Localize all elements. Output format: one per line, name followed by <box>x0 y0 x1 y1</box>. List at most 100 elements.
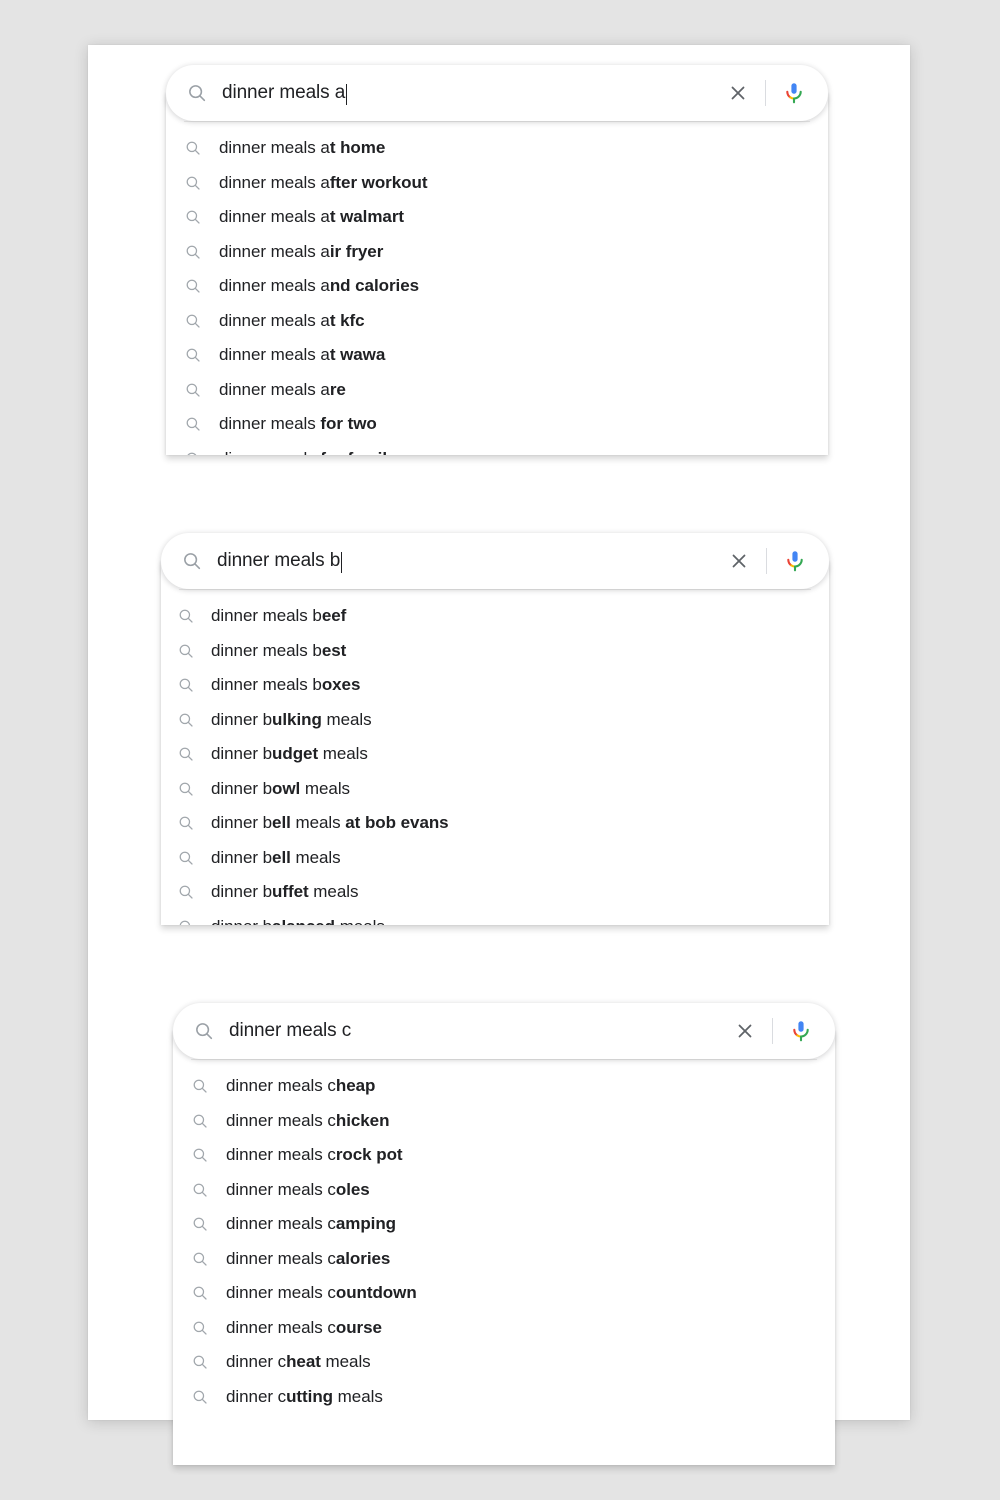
suggestion-row[interactable]: dinner buffet meals <box>161 875 829 910</box>
suggestion-label: dinner cutting meals <box>226 1386 383 1406</box>
suggestion-row[interactable]: dinner balanced meals <box>161 910 829 925</box>
search-icon <box>191 1353 209 1371</box>
search-icon <box>177 918 195 925</box>
suggestion-row[interactable]: dinner meals calories <box>173 1242 835 1277</box>
search-icon <box>177 849 195 867</box>
suggestion-row[interactable]: dinner meals at home <box>166 131 828 166</box>
search-icon <box>191 1181 209 1199</box>
suggestion-label: dinner meals boxes <box>211 675 361 695</box>
suggestion-label: dinner budget meals <box>211 744 368 764</box>
search-icon <box>191 1146 209 1164</box>
suggestion-row[interactable]: dinner cutting meals <box>173 1380 835 1415</box>
search-icon <box>177 711 195 729</box>
close-icon[interactable] <box>733 1019 757 1043</box>
suggestion-row[interactable]: dinner meals course <box>173 1311 835 1346</box>
suggestion-label: dinner meals at home <box>219 138 386 158</box>
suggestion-dropdown-b: dinner meals beef dinner meals best dinner… <box>161 561 829 925</box>
search-icon <box>184 346 202 364</box>
search-icon <box>191 1250 209 1268</box>
search-box-c[interactable]: dinner meals c <box>173 1003 835 1059</box>
search-input-a[interactable]: dinner meals a <box>222 65 688 121</box>
suggestion-row[interactable]: dinner bowl meals <box>161 772 829 807</box>
suggestion-label: dinner bulking meals <box>211 709 372 729</box>
suggestion-label: dinner meals chicken <box>226 1110 390 1130</box>
suggestion-label: dinner meals beef <box>211 606 347 626</box>
suggestion-row[interactable]: dinner cheat meals <box>173 1345 835 1380</box>
suggestion-row[interactable]: dinner bulking meals <box>161 703 829 738</box>
suggestion-row[interactable]: dinner meals and calories <box>166 269 828 304</box>
microphone-icon[interactable] <box>783 549 807 573</box>
suggestion-list-a: dinner meals at home dinner meals after w… <box>166 122 828 455</box>
suggestion-row[interactable]: dinner budget meals <box>161 737 829 772</box>
suggestion-row[interactable]: dinner meals at wawa <box>166 338 828 373</box>
suggestion-row[interactable]: dinner meals coles <box>173 1173 835 1208</box>
search-input-c-value: dinner meals c <box>229 1020 352 1041</box>
suggestion-row[interactable]: dinner meals countdown <box>173 1276 835 1311</box>
suggestion-label: dinner meals calories <box>226 1248 391 1268</box>
search-input-a-value: dinner meals a <box>222 82 346 103</box>
search-input-c[interactable]: dinner meals c <box>229 1003 695 1059</box>
suggestion-label: dinner balanced meals <box>211 917 385 925</box>
suggestion-label: dinner buffet meals <box>211 882 359 902</box>
search-input-b[interactable]: dinner meals b <box>217 533 689 589</box>
search-box-a[interactable]: dinner meals a <box>166 65 828 121</box>
search-widget-b: dinner meals b dinner meals beef dinner … <box>161 533 829 925</box>
microphone-icon[interactable] <box>789 1019 813 1043</box>
suggestion-row[interactable]: dinner bell meals <box>161 841 829 876</box>
suggestion-label: dinner meals for two <box>219 414 377 434</box>
toolbar-divider <box>772 1018 773 1044</box>
suggestion-label: dinner meals at walmart <box>219 207 404 227</box>
suggestion-row[interactable]: dinner bell meals at bob evans <box>161 806 829 841</box>
page-sheet: dinner meals a dinner meals at home dinn… <box>88 45 910 1465</box>
suggestion-row[interactable]: dinner meals air fryer <box>166 235 828 270</box>
search-icon <box>191 1077 209 1095</box>
search-icon <box>191 1112 209 1130</box>
search-icon <box>184 312 202 330</box>
suggestion-label: dinner meals at kfc <box>219 310 365 330</box>
suggestion-label: dinner bowl meals <box>211 778 351 798</box>
search-icon <box>184 139 202 157</box>
search-icon <box>186 82 208 104</box>
suggestion-label: dinner meals for family <box>219 449 396 455</box>
search-icon <box>181 550 203 572</box>
suggestion-list-c: dinner meals cheap dinner meals chicken di… <box>173 1060 835 1428</box>
search-box-b[interactable]: dinner meals b <box>161 533 829 589</box>
suggestion-label: dinner meals best <box>211 640 347 660</box>
suggestion-label: dinner meals air fryer <box>219 241 384 261</box>
suggestion-row[interactable]: dinner meals cheap <box>173 1069 835 1104</box>
suggestion-row[interactable]: dinner meals crock pot <box>173 1138 835 1173</box>
suggestion-dropdown-c: dinner meals cheap dinner meals chicken di… <box>173 1031 835 1465</box>
search-icon <box>184 277 202 295</box>
suggestion-row[interactable]: dinner meals chicken <box>173 1104 835 1139</box>
search-icon <box>177 745 195 763</box>
suggestion-row[interactable]: dinner meals best <box>161 634 829 669</box>
suggestion-row[interactable]: dinner meals after workout <box>166 166 828 201</box>
search-icon <box>191 1388 209 1406</box>
search-icon <box>177 780 195 798</box>
search-icon <box>184 174 202 192</box>
suggestion-label: dinner meals course <box>226 1317 382 1337</box>
search-icon <box>184 450 202 455</box>
suggestion-row[interactable]: dinner meals at walmart <box>166 200 828 235</box>
search-icon <box>184 243 202 261</box>
suggestion-row[interactable]: dinner meals beef <box>161 599 829 634</box>
close-icon[interactable] <box>726 81 750 105</box>
suggestion-row[interactable]: dinner meals camping <box>173 1207 835 1242</box>
search-icon <box>177 883 195 901</box>
suggestion-label: dinner bell meals at bob evans <box>211 813 449 833</box>
search-widget-c: dinner meals c dinner meals cheap dinner… <box>173 1003 835 1465</box>
suggestion-list-b: dinner meals beef dinner meals best dinner… <box>161 590 829 925</box>
close-icon[interactable] <box>727 549 751 573</box>
suggestion-row[interactable]: dinner meals boxes <box>161 668 829 703</box>
suggestion-row[interactable]: dinner meals are <box>166 373 828 408</box>
suggestion-row[interactable]: dinner meals for family <box>166 442 828 455</box>
suggestion-label: dinner meals coles <box>226 1179 370 1199</box>
suggestion-row[interactable]: dinner meals at kfc <box>166 304 828 339</box>
suggestion-dropdown-a: dinner meals at home dinner meals after w… <box>166 93 828 455</box>
toolbar-divider <box>766 548 767 574</box>
suggestion-label: dinner bell meals <box>211 847 341 867</box>
search-icon <box>191 1319 209 1337</box>
suggestion-row[interactable]: dinner meals for two <box>166 407 828 442</box>
microphone-icon[interactable] <box>782 81 806 105</box>
search-icon <box>177 676 195 694</box>
